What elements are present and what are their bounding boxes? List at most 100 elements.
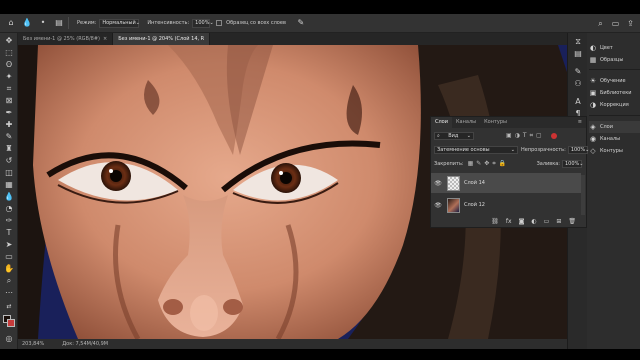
adjustment-layer-icon[interactable]: ◐	[531, 218, 536, 225]
search-icon[interactable]: ⌕	[595, 18, 606, 29]
tab-document-2[interactable]: Без имени-1 @ 204% (Слой 14, R	[113, 33, 211, 45]
gradient-icon[interactable]: ▦	[3, 179, 15, 190]
filter-toggle-icon[interactable]	[550, 133, 557, 139]
panel-menu-icon[interactable]: ≡	[578, 117, 586, 128]
blend-mode-value: Затемнение основы	[437, 147, 490, 153]
history-icon[interactable]: ⧖	[573, 37, 583, 47]
layers-panel-tabs: Слои Каналы Контуры ≡	[431, 117, 586, 128]
panel-label: Слои	[600, 124, 613, 130]
tab-layers[interactable]: Слои	[431, 117, 452, 128]
frame-icon[interactable]: ⊠	[3, 95, 15, 106]
panel-paths[interactable]: ◇ Контуры	[589, 145, 640, 157]
panel-swatches[interactable]: ▦ Образцы	[589, 54, 640, 66]
panel-label: Коррекция	[600, 102, 629, 108]
hand-icon[interactable]: ✋	[3, 263, 15, 274]
share-icon[interactable]: ⇪	[625, 18, 636, 29]
panel-color[interactable]: ◐ Цвет	[589, 42, 640, 54]
brush-size-icon[interactable]: •	[38, 18, 48, 28]
filter-kind-select[interactable]: ⌕ Вид ⌄	[434, 132, 474, 140]
character-icon[interactable]: A	[573, 97, 583, 107]
history-brush-icon[interactable]: ↺	[3, 155, 15, 166]
layer-name[interactable]: Слой 12	[464, 202, 485, 208]
move-tool-icon[interactable]: ✥	[3, 35, 15, 46]
lock-label: Закрепить:	[434, 161, 464, 167]
tab-paths[interactable]: Контуры	[480, 117, 511, 128]
intensity-value: 100%	[195, 19, 210, 26]
pressure-icon[interactable]: ✎	[296, 18, 306, 28]
lasso-icon[interactable]: ʘ	[3, 59, 15, 70]
new-layer-icon[interactable]: ⊞	[556, 218, 561, 225]
clone-stamp-icon[interactable]: ♜	[3, 143, 15, 154]
filter-type-icons[interactable]: ▣◑T⌗▢	[506, 132, 545, 140]
eye-icon[interactable]: 👁	[433, 180, 443, 187]
zoom-level[interactable]: 203,84%	[22, 341, 44, 347]
type-icon[interactable]: T	[3, 227, 15, 238]
quick-select-icon[interactable]: ✦	[3, 71, 15, 82]
letterbox-top	[0, 0, 640, 14]
lightbulb-icon: ☀	[589, 77, 597, 85]
layer-name[interactable]: Слой 14	[464, 180, 485, 186]
chevron-down-icon: ⌄	[466, 133, 471, 139]
panel-channels[interactable]: ◉ Каналы	[589, 133, 640, 145]
smudge-tool-icon[interactable]: 💧	[22, 18, 32, 28]
brush-icon[interactable]: ✎	[3, 131, 15, 142]
mask-icon[interactable]: ◙	[519, 218, 525, 225]
rectangle-icon[interactable]: ▭	[3, 251, 15, 262]
eyedropper-icon[interactable]: ✒	[3, 107, 15, 118]
fill-input[interactable]: 100% ⌄	[562, 160, 584, 168]
properties-icon[interactable]: ▤	[573, 49, 583, 59]
paths-icon: ◇	[590, 147, 596, 155]
close-icon[interactable]: ×	[103, 36, 107, 42]
lock-icons[interactable]: ▦✎✥⌗🔒	[468, 160, 510, 168]
brush-preset-icon[interactable]: ✎	[573, 67, 583, 77]
tab-channels[interactable]: Каналы	[452, 117, 480, 128]
filter-row: ⌕ Вид ⌄ ▣◑T⌗▢	[431, 132, 588, 140]
panel-label: Образцы	[600, 57, 624, 63]
layer-row-12[interactable]: 👁 Слой 12	[431, 195, 581, 215]
dodge-icon[interactable]: ◔	[3, 203, 15, 214]
layer-row-14[interactable]: 👁 Слой 14	[431, 173, 581, 193]
layers-scrollbar[interactable]	[581, 175, 585, 215]
zoom-icon[interactable]: ⌕	[3, 275, 15, 286]
quick-mask-icon[interactable]: ◎	[3, 333, 15, 344]
panel-libraries[interactable]: ▣ Библиотеки	[589, 87, 640, 99]
blur-icon[interactable]: 💧	[3, 191, 15, 202]
healing-brush-icon[interactable]: ✚	[3, 119, 15, 130]
panel-learn[interactable]: ☀ Обучение	[589, 75, 640, 87]
pen-icon[interactable]: ✑	[3, 215, 15, 226]
fill-value: 100%	[565, 161, 580, 167]
brush-settings-icon[interactable]: ▤	[54, 18, 64, 28]
artboard-icon[interactable]: ⬚	[3, 47, 15, 58]
home-icon[interactable]: ⌂	[6, 18, 16, 28]
fill-label: Заливка:	[536, 161, 560, 167]
background-color-swatch[interactable]	[7, 319, 15, 327]
document-size[interactable]: Док: 7,54M/40,9M	[62, 341, 108, 347]
more-tools-icon[interactable]: ⋯	[3, 287, 15, 298]
search-icon: ⌕	[437, 133, 440, 139]
workspace-icon[interactable]: ▭	[610, 18, 621, 29]
channels-icon: ◉	[589, 135, 597, 143]
panel-adjustments[interactable]: ◑ Коррекция	[589, 99, 640, 111]
link-icon[interactable]: ⛓	[491, 218, 499, 225]
group-folder-icon[interactable]: ▭	[544, 218, 550, 225]
clone-source-icon[interactable]: ⚇	[573, 79, 583, 89]
chevron-down-icon: ⌄	[135, 19, 140, 26]
mode-select[interactable]: Нормальный ⌄	[99, 18, 140, 28]
path-select-icon[interactable]: ➤	[3, 239, 15, 250]
eye-icon[interactable]: 👁	[433, 202, 443, 209]
blend-mode-select[interactable]: Затемнение основы ⌄	[434, 146, 518, 154]
tab-document-1[interactable]: Без имени-1 @ 25% (RGB/8#) ×	[18, 33, 114, 45]
crop-icon[interactable]: ⌗	[3, 83, 15, 94]
panel-label: Библиотеки	[600, 90, 632, 96]
opacity-label: Непрозрачность:	[521, 147, 566, 153]
mode-label: Режим:	[77, 20, 97, 26]
panel-layers[interactable]: ◈ Слои	[589, 121, 640, 133]
opacity-input[interactable]: 100% ⌄	[567, 146, 589, 154]
intensity-input[interactable]: 100% ⌄	[192, 18, 214, 28]
sample-all-label: Образец со всех слоев	[226, 20, 286, 26]
eraser-icon[interactable]: ◫	[3, 167, 15, 178]
sample-all-checkbox[interactable]	[216, 20, 223, 26]
fx-icon[interactable]: fx	[506, 218, 512, 225]
swap-colors-icon[interactable]: ⇄	[3, 301, 15, 312]
trash-icon[interactable]: 🗑	[568, 218, 576, 225]
